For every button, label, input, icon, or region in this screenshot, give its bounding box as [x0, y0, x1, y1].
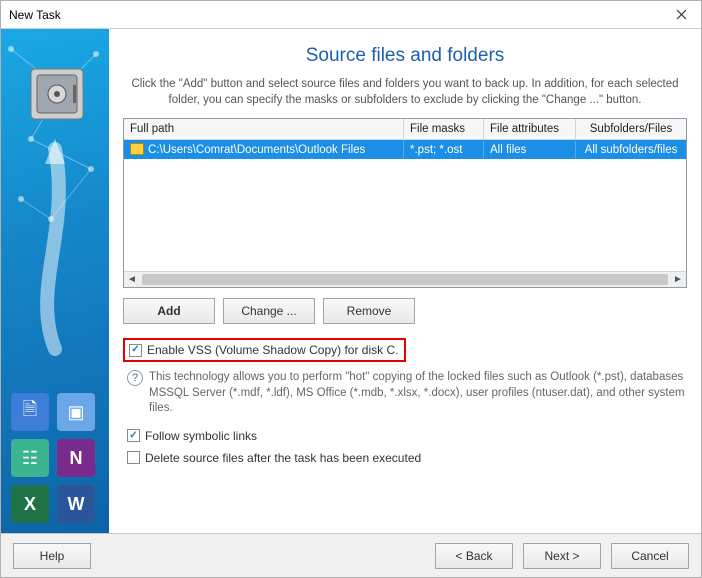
back-button[interactable]: < Back — [435, 543, 513, 569]
cell-attributes: All files — [484, 141, 576, 159]
page-title: Source files and folders — [123, 45, 687, 67]
help-button[interactable]: Help — [13, 543, 91, 569]
col-subfolders[interactable]: Subfolders/Files — [576, 119, 686, 139]
delete-after-row: Delete source files after the task has b… — [127, 451, 687, 465]
close-icon — [676, 9, 687, 20]
change-button[interactable]: Change ... — [223, 298, 315, 324]
window-title: New Task — [9, 8, 61, 22]
body: 🗎 ▣ ☷ N X W Source files and folders Cli… — [1, 29, 701, 533]
folder-icon — [130, 143, 144, 155]
vss-info-row: ? This technology allows you to perform … — [127, 370, 687, 417]
sidebar-graphic: 🗎 ▣ ☷ N X W — [1, 29, 109, 533]
add-button[interactable]: Add — [123, 298, 215, 324]
onenote-icon: N — [57, 439, 95, 477]
close-button[interactable] — [661, 1, 701, 28]
col-full-path[interactable]: Full path — [124, 119, 404, 139]
table-buttons: Add Change ... Remove — [123, 298, 687, 324]
cell-masks: *.pst; *.ost — [404, 141, 484, 159]
table-header: Full path File masks File attributes Sub… — [124, 119, 686, 140]
horizontal-scrollbar[interactable]: ◄ ► — [124, 271, 686, 287]
cancel-button[interactable]: Cancel — [611, 543, 689, 569]
footer: Help < Back Next > Cancel — [1, 533, 701, 577]
image-icon: ▣ — [57, 393, 95, 431]
col-file-masks[interactable]: File masks — [404, 119, 484, 139]
follow-links-row: Follow symbolic links — [127, 429, 687, 443]
highlight-box: Enable VSS (Volume Shadow Copy) for disk… — [123, 338, 406, 362]
follow-links-label: Follow symbolic links — [145, 429, 257, 443]
scroll-thumb[interactable] — [142, 274, 668, 285]
scroll-right-icon[interactable]: ► — [670, 272, 686, 287]
wizard-window: New Task — [0, 0, 702, 578]
document-icon: 🗎 — [11, 393, 49, 431]
sources-table: Full path File masks File attributes Sub… — [123, 118, 687, 288]
cell-path-text: C:\Users\Comrat\Documents\Outlook Files — [148, 144, 365, 156]
word-icon: W — [57, 485, 95, 523]
remove-button[interactable]: Remove — [323, 298, 415, 324]
delete-after-checkbox[interactable] — [127, 451, 140, 464]
follow-links-checkbox[interactable] — [127, 429, 140, 442]
table-row[interactable]: C:\Users\Comrat\Documents\Outlook Files … — [124, 140, 686, 159]
page-description: Click the "Add" button and select source… — [123, 77, 687, 108]
sidebar-file-icons: 🗎 ▣ ☷ N X W — [11, 393, 101, 523]
enable-vss-label: Enable VSS (Volume Shadow Copy) for disk… — [147, 343, 398, 357]
cell-path: C:\Users\Comrat\Documents\Outlook Files — [124, 140, 404, 159]
info-icon: ? — [127, 370, 143, 386]
safe-icon — [29, 67, 85, 123]
enable-vss-checkbox[interactable] — [129, 344, 142, 357]
col-file-attributes[interactable]: File attributes — [484, 119, 576, 139]
cell-masks-text: *.pst; *.ost — [410, 144, 462, 156]
table-blank-area[interactable] — [124, 159, 686, 271]
vss-info-text: This technology allows you to perform "h… — [149, 370, 687, 417]
excel-icon: X — [11, 485, 49, 523]
cell-subfolders: All subfolders/files — [576, 141, 686, 159]
contact-icon: ☷ — [11, 439, 49, 477]
next-button[interactable]: Next > — [523, 543, 601, 569]
title-bar: New Task — [1, 1, 701, 29]
scroll-left-icon[interactable]: ◄ — [124, 272, 140, 287]
delete-after-label: Delete source files after the task has b… — [145, 451, 421, 465]
main-panel: Source files and folders Click the "Add"… — [109, 29, 701, 533]
